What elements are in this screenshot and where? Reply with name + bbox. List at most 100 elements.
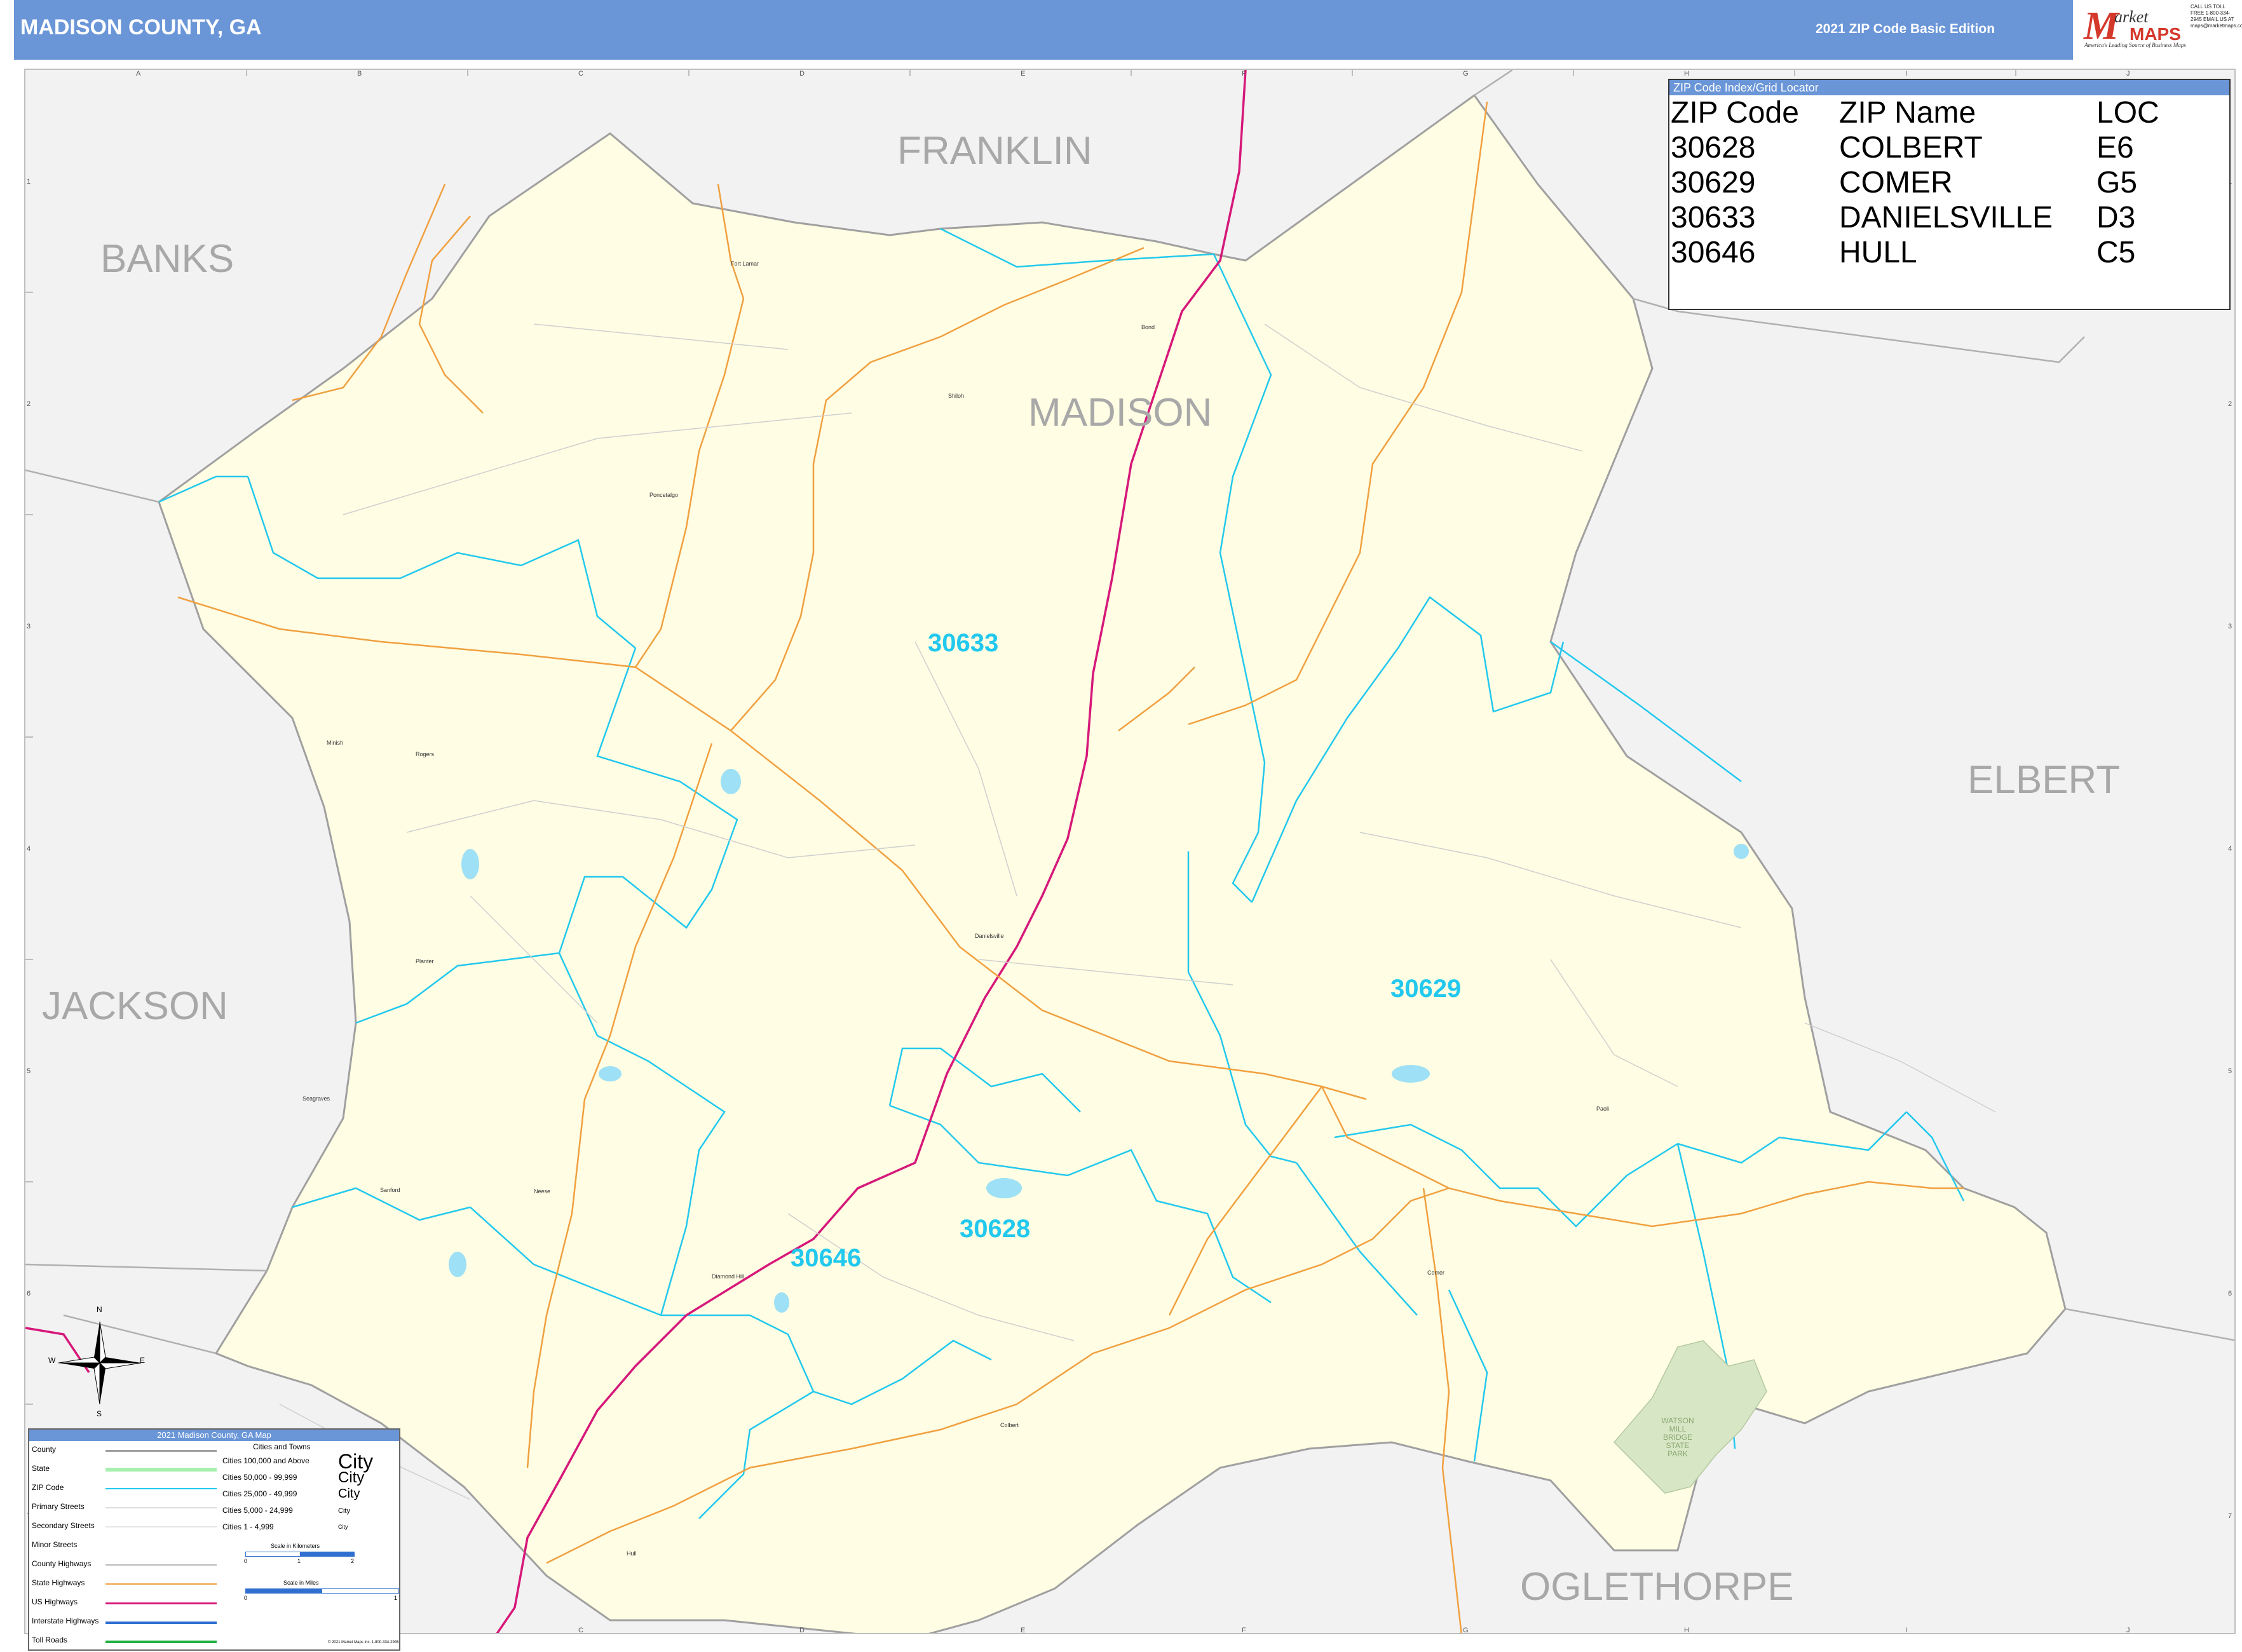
grid-col-d: D	[799, 70, 805, 78]
zip-index-row[interactable]: 30629 COMER G5	[1671, 165, 2159, 200]
legend-secondary: Secondary Streets	[32, 1521, 95, 1530]
zip-index-row[interactable]: 30633 DANIELSVILLE D3	[1671, 200, 2159, 235]
grid-col-i-bottom: I	[1905, 1627, 1908, 1634]
legend-scale-mi-bar	[245, 1588, 399, 1594]
legend-us-hwy: US Highways	[32, 1597, 78, 1606]
grid-col-e: E	[1021, 70, 1026, 78]
park-label: WATSON MILL BRIDGE STATE PARK	[1652, 1417, 1703, 1458]
legend-city-size-5: Cities 1 - 4,999	[222, 1522, 274, 1531]
zip-index-cell-name: COMER	[1839, 166, 1953, 200]
grid-col-b: B	[357, 70, 362, 78]
place-shiloh: Shiloh	[948, 393, 965, 399]
legend-city-size-3: Cities 25,000 - 49,999	[222, 1489, 297, 1498]
map-title: MADISON COUNTY, GA	[20, 15, 262, 39]
legend-city-glyph-4: City	[338, 1507, 350, 1515]
place-paoli: Paoli	[1596, 1106, 1610, 1112]
grid-col-c: C	[578, 70, 583, 78]
edition-label: 2021 ZIP Code Basic Edition	[1816, 22, 1995, 36]
legend-scale-km-label: Scale in Kilometers	[271, 1543, 320, 1549]
legend-toll-line	[105, 1641, 217, 1643]
grid-col-g: G	[1463, 70, 1469, 78]
grid-row-1: 1	[27, 178, 31, 186]
zip-index-cell-loc: G5	[2096, 166, 2138, 200]
zip-index-row[interactable]: 30628 COLBERT E6	[1671, 130, 2159, 165]
grid-col-h-bottom: H	[1684, 1627, 1689, 1634]
zip-label-30629[interactable]: 30629	[1390, 975, 1461, 1003]
legend-title: 2021 Madison County, GA Map	[29, 1430, 399, 1441]
place-planter: Planter	[416, 958, 434, 965]
market-maps-logo: M arket MAPS America's Leading Source of…	[2075, 0, 2242, 60]
legend-minor: Minor Streets	[32, 1540, 78, 1549]
legend-city-glyph-5: City	[338, 1524, 348, 1530]
legend-state-hwy-line	[105, 1583, 217, 1585]
grid-col-f-bottom: F	[1242, 1627, 1246, 1634]
legend-cities-heading: Cities and Towns	[253, 1442, 311, 1451]
map-legend: 2021 Madison County, GA Map County State…	[28, 1428, 400, 1651]
grid-col-e-bottom: E	[1021, 1627, 1026, 1634]
legend-credit: © 2021 Market Maps Inc. 1-800-334-2945	[328, 1641, 399, 1644]
zip-index-header-row: ZIP Code ZIP Name LOC	[1671, 95, 2159, 130]
zip-index-cell-code: 30633	[1671, 201, 1756, 234]
zip-label-30646[interactable]: 30646	[791, 1244, 861, 1273]
zip-index-header-loc: LOC	[2096, 96, 2159, 130]
grid-col-i: I	[1905, 70, 1908, 78]
county-label-jackson: JACKSON	[42, 984, 228, 1028]
grid-col-a: A	[136, 70, 141, 78]
place-danielsville: Danielsville	[975, 933, 1004, 939]
grid-col-j-bottom: J	[2126, 1627, 2130, 1634]
compass-icon	[58, 1321, 142, 1405]
zip-index-table: ZIP Code ZIP Name LOC 30628 COLBERT E6 3…	[1671, 95, 2159, 270]
place-bond: Bond	[1141, 324, 1155, 330]
grid-row-3-right: 3	[2228, 623, 2232, 630]
zip-index-row[interactable]: 30646 HULL C5	[1671, 235, 2159, 270]
grid-row-4: 4	[27, 845, 31, 853]
compass-w: W	[48, 1356, 56, 1365]
legend-zip-line	[105, 1488, 217, 1489]
county-label-franklin: FRANKLIN	[897, 129, 1092, 173]
compass-rose: N S E W	[48, 1305, 147, 1418]
place-hull: Hull	[627, 1550, 637, 1557]
legend-scale-km-bar	[245, 1552, 355, 1557]
legend-city-glyph-2: City	[338, 1469, 365, 1486]
grid-row-6-right: 6	[2228, 1290, 2232, 1297]
grid-col-h: H	[1684, 70, 1689, 78]
zip-label-30628[interactable]: 30628	[960, 1215, 1030, 1243]
grid-row-6: 6	[27, 1290, 31, 1297]
grid-col-g-bottom: G	[1463, 1627, 1469, 1634]
zip-index-cell-name: HULL	[1839, 236, 1917, 269]
zip-index-cell-code: 30629	[1671, 166, 1756, 200]
legend-state: State	[32, 1464, 50, 1473]
compass-s: S	[97, 1409, 102, 1418]
zip-index-cell-name: COLBERT	[1839, 131, 1983, 165]
place-sanford: Sanford	[380, 1187, 400, 1193]
grid-row-5: 5	[27, 1067, 31, 1075]
logo-tagline: America's Leading Source of Business Map…	[2084, 42, 2186, 48]
place-minish: Minish	[327, 740, 344, 746]
legend-interstate: Interstate Highways	[32, 1616, 99, 1625]
zip-index-cell-loc: C5	[2096, 236, 2136, 269]
grid-row-4-right: 4	[2228, 845, 2232, 853]
grid-row-5-right: 5	[2228, 1067, 2232, 1075]
grid-col-d-bottom: D	[799, 1627, 805, 1634]
legend-us-hwy-line	[105, 1602, 217, 1604]
legend-state-hwy: State Highways	[32, 1578, 85, 1587]
zip-index-cell-name: DANIELSVILLE	[1839, 201, 2053, 234]
legend-city-size-4: Cities 5,000 - 24,999	[222, 1506, 293, 1515]
grid-row-3: 3	[27, 623, 31, 630]
zip-index-cell-loc: E6	[2096, 131, 2134, 165]
zip-index-cell-loc: D3	[2096, 201, 2136, 234]
legend-secondary-line	[105, 1526, 217, 1527]
legend-scale-mi-label: Scale in Miles	[283, 1580, 319, 1586]
grid-row-7-right: 7	[2228, 1512, 2232, 1520]
place-fort-lamar: Fort Lamar	[731, 261, 759, 267]
zip-index-cell-code: 30628	[1671, 131, 1756, 165]
zip-label-30633[interactable]: 30633	[928, 629, 998, 658]
grid-row-2: 2	[27, 400, 31, 408]
legend-interstate-line	[105, 1622, 217, 1624]
place-comer: Comer	[1427, 1269, 1445, 1276]
legend-county: County	[32, 1445, 57, 1454]
park-label-line-5: PARK	[1668, 1449, 1688, 1458]
grid-col-c-bottom: C	[578, 1627, 583, 1634]
place-poncetalgo: Poncetalgo	[649, 492, 679, 498]
place-neese: Neese	[534, 1188, 551, 1195]
